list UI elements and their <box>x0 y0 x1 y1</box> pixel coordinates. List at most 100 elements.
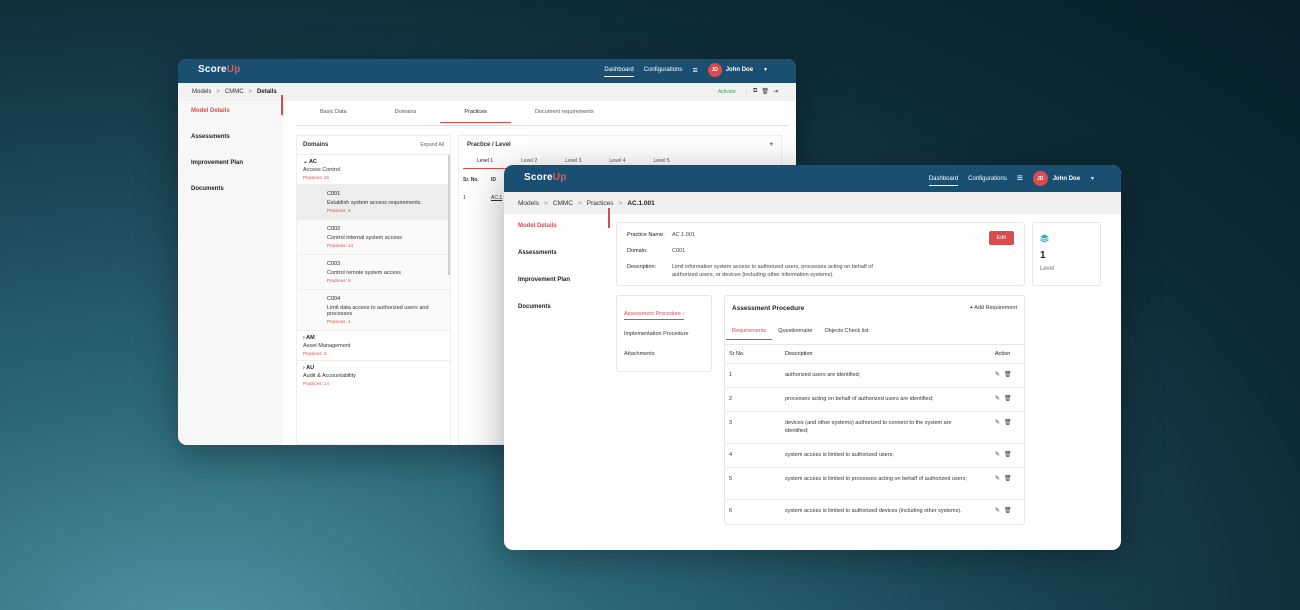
tab-requirements[interactable]: Requirements <box>726 328 773 340</box>
sidebar-item-model-details[interactable]: Model Details <box>504 208 610 237</box>
domains-panel: Domains Expand All ⌄ AC Access Control Pr… <box>296 135 451 445</box>
toolbar-actions: Activate | ⧉ 🗑 ⇥ <box>717 88 778 95</box>
nav-configurations[interactable]: Configurations <box>644 67 683 73</box>
logo[interactable]: ScoreUp <box>524 172 567 183</box>
avatar[interactable]: JD <box>707 63 722 77</box>
subdomain-item[interactable]: C004 Limit data access to authorized use… <box>297 289 450 330</box>
trash-icon[interactable]: 🗑 <box>1004 395 1012 402</box>
subdomain-item[interactable]: C001 Establish system access requirement… <box>297 184 450 219</box>
edit-icon[interactable]: ✎ <box>995 371 1000 378</box>
domain-group[interactable]: › AM Asset Management Practices: 3 <box>297 330 450 360</box>
trash-icon[interactable]: 🗑 <box>1004 507 1012 514</box>
chevron-right-icon: › <box>303 365 305 371</box>
sidebar-item-improvement-plan[interactable]: Improvement Plan <box>504 268 610 291</box>
sidebar: Model Details Assessments Improvement Pl… <box>178 95 283 445</box>
practice-name-label: Practice Name: <box>627 232 665 238</box>
practice-title: Practice / Level <box>467 142 511 148</box>
breadcrumb-models[interactable]: Models <box>192 89 211 95</box>
table-row: 3 devices (and other systems) authorized… <box>725 411 1024 443</box>
breadcrumb-cmmc[interactable]: CMMC <box>553 200 573 207</box>
sidebar-item-model-details[interactable]: Model Details <box>178 95 283 121</box>
top-bar: ScoreUp Dashboard Configurations ≡ JD Jo… <box>504 165 1121 192</box>
activate-button[interactable]: Activate <box>718 89 736 95</box>
tab-level-1[interactable]: Level 1 <box>463 154 508 169</box>
copy-icon[interactable]: ⧉ <box>753 88 757 95</box>
table-row: 5 system access is limited to processes … <box>725 467 1024 499</box>
edit-icon[interactable]: ✎ <box>995 451 1000 458</box>
breadcrumb-models[interactable]: Models <box>518 200 539 207</box>
breadcrumb-current: AC.1.001 <box>627 199 655 207</box>
tab-questionnaire[interactable]: Questionnaire <box>772 328 818 340</box>
layers-icon <box>1040 234 1049 243</box>
export-icon[interactable]: ⇥ <box>773 88 778 95</box>
avatar[interactable]: JD <box>1032 171 1048 186</box>
menu-icon[interactable]: ≡ <box>692 65 697 75</box>
sidebar: Model Details Assessments Improvement Pl… <box>504 208 610 322</box>
nav-configurations[interactable]: Configurations <box>968 176 1007 182</box>
sidebar-item-documents[interactable]: Documents <box>178 179 283 199</box>
chevron-right-icon: › <box>303 335 305 341</box>
tab-domains[interactable]: Domains <box>371 109 441 121</box>
nav-dashboard[interactable]: Dashboard <box>928 176 959 186</box>
user-name[interactable]: John Doe <box>1053 176 1080 182</box>
edit-icon[interactable]: ✎ <box>995 475 1000 482</box>
domain-group[interactable]: ⌄ AC Access Control Practices: 26 <box>297 155 450 184</box>
trash-icon[interactable]: 🗑 <box>1004 419 1012 426</box>
breadcrumb: Models > CMMC > Practices > AC.1.001 <box>504 192 1121 214</box>
procedure-assessment[interactable]: Assessment Procedure › <box>624 311 685 320</box>
edit-icon[interactable]: ✎ <box>995 419 1000 426</box>
edit-button[interactable]: Edit <box>988 231 1014 245</box>
sidebar-item-improvement-plan[interactable]: Improvement Plan <box>178 153 283 173</box>
subdomain-item[interactable]: C003 Control remote system access Practi… <box>297 254 450 289</box>
sidebar-item-assessments[interactable]: Assessments <box>178 127 283 147</box>
expand-all-button[interactable]: Expand All <box>420 142 444 148</box>
logo[interactable]: ScoreUp <box>198 64 241 75</box>
level-value: 1 <box>1040 250 1046 261</box>
procedure-attachments[interactable]: Attachments <box>624 351 655 357</box>
table-row: 6 system access is limited to authorized… <box>725 499 1024 525</box>
assessment-title: Assessment Procedure <box>732 305 805 312</box>
tab-document-requirements[interactable]: Document requirements <box>511 109 618 121</box>
tab-objects-check-list[interactable]: Objects Check list <box>819 328 875 340</box>
trash-icon[interactable]: 🗑 <box>1004 451 1012 458</box>
subdomain-item[interactable]: C002 Control internal system access Prac… <box>297 219 450 254</box>
assessment-tabs: Requirements Questionnaire Objects Check… <box>726 328 875 340</box>
domain-label: Domain: <box>627 248 648 254</box>
front-window: ScoreUp Dashboard Configurations ≡ JD Jo… <box>504 165 1121 550</box>
practice-info-card: Practice Name: AC.1.001 Domain: C001 Descr… <box>616 222 1025 286</box>
tab-practices[interactable]: Practices <box>440 109 511 123</box>
tab-basic-data[interactable]: Basic Data <box>296 109 371 121</box>
breadcrumb-cmmc[interactable]: CMMC <box>225 89 244 95</box>
edit-icon[interactable]: ✎ <box>995 507 1000 514</box>
trash-icon[interactable]: 🗑 <box>1004 371 1012 378</box>
menu-icon[interactable]: ≡ <box>1017 173 1023 184</box>
level-card: 1 Level <box>1032 222 1101 286</box>
practice-name-value: AC.1.001 <box>672 232 695 238</box>
user-name[interactable]: John Doe <box>726 67 753 73</box>
level-label: Level <box>1040 266 1055 272</box>
top-bar: ScoreUp Dashboard Configurations ≡ JD Jo… <box>178 59 796 83</box>
breadcrumb-current: Details <box>257 89 277 95</box>
caret-down-icon[interactable]: ▼ <box>1090 176 1095 182</box>
plus-icon: + <box>969 305 973 311</box>
edit-icon[interactable]: ✎ <box>995 395 1000 402</box>
add-icon[interactable]: + <box>769 142 773 148</box>
sidebar-item-assessments[interactable]: Assessments <box>504 241 610 264</box>
sidebar-item-documents[interactable]: Documents <box>504 295 610 318</box>
caret-down-icon[interactable]: ▼ <box>763 67 768 73</box>
chevron-down-icon: ⌄ <box>303 159 308 165</box>
domain-value: C001 <box>672 248 686 254</box>
add-requirement-button[interactable]: + Add Requirement <box>970 305 1017 311</box>
description-value: Limit information system access to autho… <box>672 264 873 278</box>
trash-icon[interactable]: 🗑 <box>761 88 769 95</box>
top-nav: Dashboard Configurations ≡ JD John Doe ▼ <box>928 171 1105 186</box>
trash-icon[interactable]: 🗑 <box>1004 475 1012 482</box>
scrollbar[interactable] <box>448 155 450 275</box>
domain-group[interactable]: › AU Audit & Accountability Practices: 1… <box>297 360 450 390</box>
nav-dashboard[interactable]: Dashboard <box>604 67 635 77</box>
breadcrumb-practices[interactable]: Practices <box>587 200 614 207</box>
tabs: Basic Data Domains Practices Document re… <box>296 109 618 123</box>
description-label: Description: <box>627 264 657 270</box>
procedure-implementation[interactable]: Implementation Procedure <box>624 331 689 337</box>
table-row: 4 system access is limited to authorized… <box>725 443 1024 467</box>
